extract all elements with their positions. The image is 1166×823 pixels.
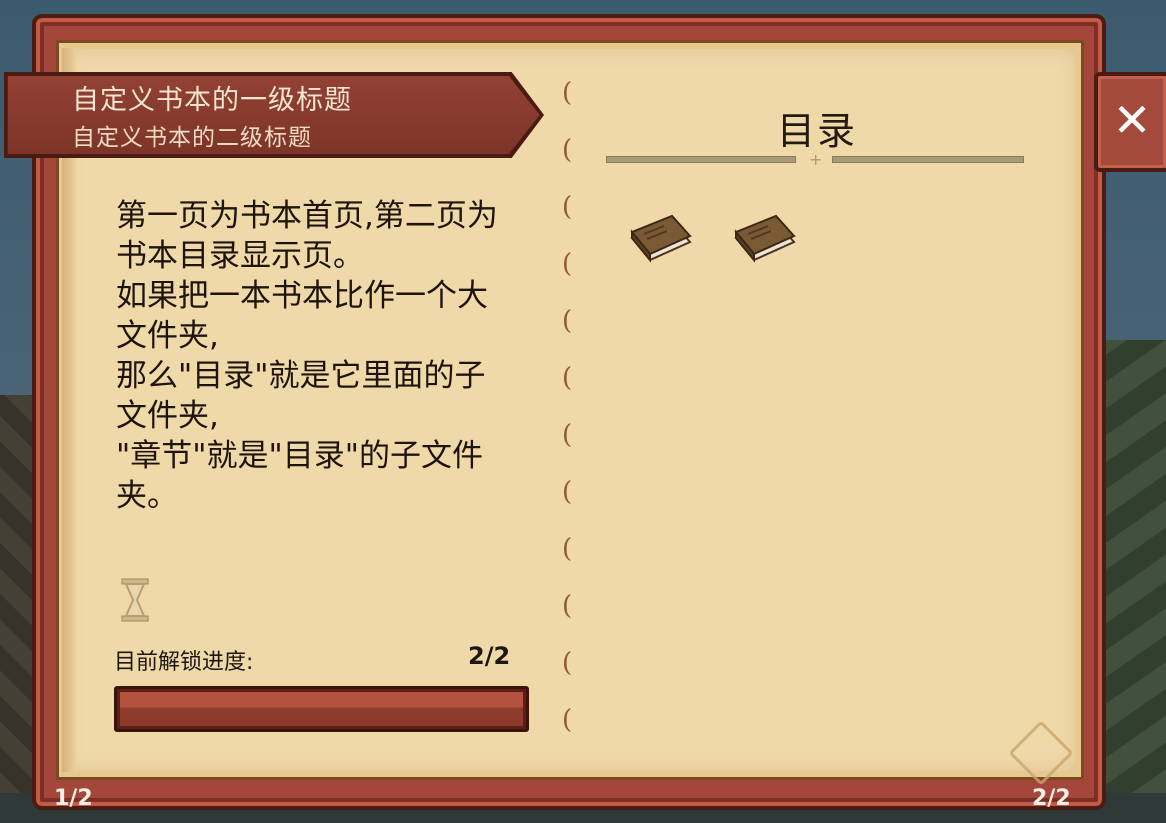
- page-number-left: 1/2: [54, 786, 93, 811]
- book-binding: ( ( ( ( ( ( ( ( ( ( ( (: [562, 78, 573, 735]
- body-line: 夹。: [116, 478, 178, 514]
- body-line: 如果把一本书本比作一个大: [116, 278, 488, 314]
- body-line: 文件夹,: [116, 318, 219, 354]
- body-line: 文件夹,: [116, 398, 219, 434]
- page-body-text: 第一页为书本首页,第二页为 书本目录显示页。 如果把一本书本比作一个大 文件夹,…: [116, 196, 526, 516]
- progress-label: 目前解锁进度:: [114, 650, 254, 675]
- book-subtitle: 自定义书本的二级标题: [72, 125, 312, 151]
- body-line: 那么"目录"就是它里面的子: [116, 358, 486, 394]
- body-line: 书本目录显示页。: [116, 238, 364, 274]
- body-line: 第一页为书本首页,第二页为: [116, 198, 498, 234]
- page-number-right: 2/2: [1032, 786, 1071, 811]
- toc-title: 目录: [777, 109, 858, 153]
- toc-divider: +: [606, 150, 1024, 169]
- close-icon: ✕: [1112, 93, 1152, 147]
- progress-bar: [114, 686, 529, 732]
- progress-bar-fill: [120, 692, 523, 726]
- book-icon[interactable]: [732, 208, 796, 264]
- book-title: 自定义书本的一级标题: [72, 85, 352, 116]
- close-button[interactable]: ✕: [1094, 72, 1166, 172]
- hourglass-icon: [121, 578, 149, 622]
- book-icon[interactable]: [628, 208, 692, 264]
- progress-value: 2/2: [468, 642, 511, 670]
- body-line: "章节"就是"目录"的子文件: [116, 438, 484, 474]
